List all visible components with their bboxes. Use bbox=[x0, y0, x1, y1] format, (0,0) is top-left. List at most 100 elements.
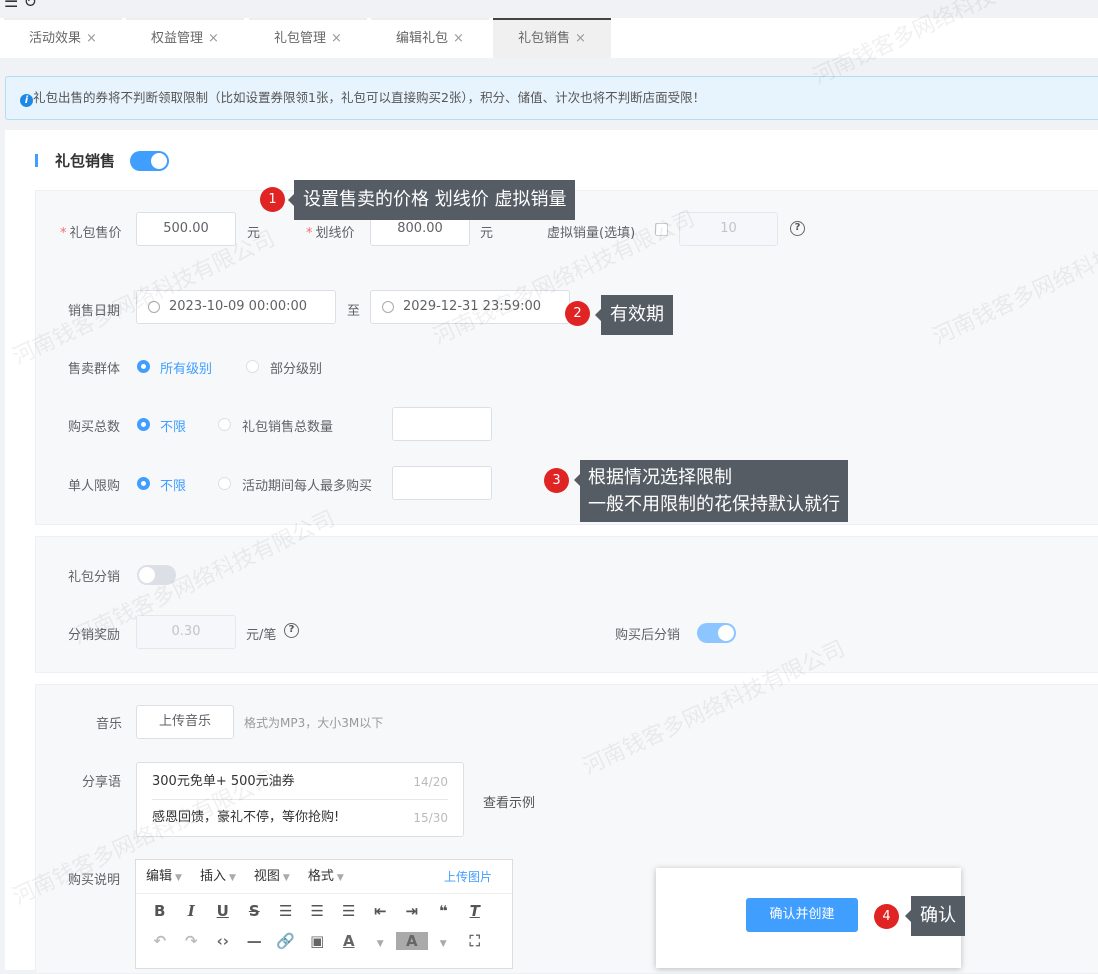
strikethrough-icon[interactable]: S bbox=[239, 902, 271, 920]
distribution-toggle[interactable] bbox=[137, 565, 176, 585]
bold-icon[interactable]: B bbox=[144, 902, 176, 920]
close-icon[interactable]: × bbox=[86, 31, 97, 46]
alert-text: 礼包出售的券将不判断领取限制（比如设置券限领1张，礼包可以直接购买2张），积分、… bbox=[33, 90, 706, 105]
indent-icon[interactable]: ⇥ bbox=[396, 902, 428, 920]
help-icon[interactable]: ? bbox=[790, 221, 805, 236]
char-count: 14/20 bbox=[413, 775, 448, 789]
tab-gift-sale[interactable]: 礼包销售 × bbox=[493, 18, 611, 58]
radio-all-levels[interactable] bbox=[137, 360, 150, 373]
menu-view[interactable]: 视图 ▼ bbox=[254, 869, 290, 884]
radio-partial-levels[interactable] bbox=[246, 360, 259, 373]
redo-icon[interactable]: ↷ bbox=[176, 932, 208, 950]
radio-total-unlimited[interactable] bbox=[137, 418, 150, 431]
menu-edit[interactable]: 编辑 ▼ bbox=[146, 869, 182, 884]
italic-icon[interactable]: I bbox=[176, 902, 208, 920]
clear-format-icon[interactable]: T bbox=[459, 902, 491, 920]
media-icon[interactable]: ▣ bbox=[302, 932, 334, 950]
confirm-create-button[interactable]: 确认并创建 bbox=[746, 898, 858, 932]
price-label: * 礼包售价 bbox=[60, 226, 122, 241]
section-title: 礼包销售 bbox=[55, 152, 116, 170]
radio-per-user-unlimited[interactable] bbox=[137, 477, 150, 490]
price-input[interactable]: 500.00 bbox=[136, 212, 236, 246]
radio-per-user-limit[interactable] bbox=[218, 477, 231, 490]
per-user-limit-input[interactable] bbox=[392, 466, 492, 500]
horizontal-rule-icon[interactable]: — bbox=[239, 932, 271, 950]
after-purchase-label: 购买后分销 bbox=[615, 628, 681, 643]
reward-label: 分销奖励 bbox=[68, 628, 121, 643]
sale-date-label: 销售日期 bbox=[68, 304, 121, 319]
align-center-icon[interactable]: ☰ bbox=[302, 902, 334, 920]
tab-label: 权益管理 bbox=[151, 31, 204, 46]
tab-activity-effect[interactable]: 活动效果 × bbox=[4, 18, 122, 58]
radio-total-limit-label[interactable]: 礼包销售总数量 bbox=[242, 416, 333, 435]
tab-gift-manage[interactable]: 礼包管理 × bbox=[249, 18, 367, 58]
menu-icon[interactable]: ☰ bbox=[4, 0, 18, 11]
distribution-label: 礼包分销 bbox=[68, 570, 121, 585]
callout-validity: 有效期 bbox=[595, 295, 673, 335]
outdent-icon[interactable]: ⇤ bbox=[365, 902, 397, 920]
fullscreen-icon[interactable]: ⛶ bbox=[459, 932, 491, 950]
radio-per-user-limit-label[interactable]: 活动期间每人最多购买 bbox=[242, 475, 372, 494]
text-color-icon[interactable]: A bbox=[333, 932, 365, 950]
step-badge-4: 4 bbox=[874, 904, 899, 929]
menu-format[interactable]: 格式 ▼ bbox=[308, 869, 344, 884]
total-limit-input[interactable] bbox=[392, 407, 492, 441]
callout-limits: 根据情况选择限制 一般不用限制的花保持默认就行 bbox=[574, 460, 848, 522]
dropdown-caret-icon[interactable]: ▼ bbox=[428, 939, 460, 949]
insert-toolbar: ↶ ↷ ‹› — 🔗 ▣ A ▼ A ▼ ⛶ bbox=[144, 932, 491, 950]
tab-edit-gift[interactable]: 编辑礼包 × bbox=[371, 18, 489, 58]
virtual-sales-input[interactable]: 10 bbox=[679, 212, 778, 246]
clock-icon bbox=[382, 301, 394, 313]
blockquote-icon[interactable]: ❝ bbox=[428, 902, 460, 920]
strike-price-label: * 划线价 bbox=[306, 226, 355, 241]
radio-partial-levels-label[interactable]: 部分级别 bbox=[270, 358, 322, 377]
radio-total-unlimited-label[interactable]: 不限 bbox=[160, 416, 186, 435]
share-desc-input[interactable]: 感恩回馈，豪礼不停，等你抢购! 15/30 bbox=[152, 800, 448, 836]
start-date-input[interactable]: 2023-10-09 00:00:00 bbox=[136, 290, 336, 324]
radio-per-user-unlimited-label[interactable]: 不限 bbox=[160, 475, 186, 494]
gift-sale-toggle[interactable] bbox=[130, 151, 169, 171]
music-label: 音乐 bbox=[96, 717, 123, 732]
menu-insert[interactable]: 插入 ▼ bbox=[200, 869, 236, 884]
close-icon[interactable]: × bbox=[331, 31, 342, 46]
align-right-icon[interactable]: ☰ bbox=[333, 902, 365, 920]
per-user-label: 单人限购 bbox=[68, 479, 121, 494]
underline-icon[interactable]: U bbox=[207, 902, 239, 920]
section-marker bbox=[35, 154, 38, 167]
after-purchase-toggle[interactable] bbox=[697, 623, 736, 643]
char-count: 15/30 bbox=[413, 811, 448, 825]
end-date-input[interactable]: 2029-12-31 23:59:00 bbox=[370, 290, 570, 324]
undo-icon[interactable]: ↶ bbox=[144, 932, 176, 950]
callout-confirm: 确认 bbox=[905, 896, 965, 936]
info-alert: i 礼包出售的券将不判断领取限制（比如设置券限领1张，礼包可以直接购买2张），积分… bbox=[5, 76, 1098, 120]
link-icon[interactable]: 🔗 bbox=[270, 932, 302, 950]
rich-text-editor[interactable]: 编辑 ▼ 插入 ▼ 视图 ▼ 格式 ▼ 上传图片 B I U S ☰ ☰ ☰ ⇤ ⇥ ❝ T ↶ ↷ ‹› — 🔗 ▣ A ▼ A… bbox=[135, 859, 513, 969]
upload-image-link[interactable]: 上传图片 bbox=[444, 860, 492, 894]
share-title-input[interactable]: 300元免单+ 500元油券 14/20 bbox=[152, 764, 448, 800]
align-left-icon[interactable]: ☰ bbox=[270, 902, 302, 920]
reward-unit: 元/笔 bbox=[246, 628, 277, 643]
tab-rights[interactable]: 权益管理 × bbox=[126, 18, 244, 58]
dropdown-caret-icon[interactable]: ▼ bbox=[365, 939, 397, 949]
reward-input[interactable]: 0.30 bbox=[136, 615, 236, 649]
tab-label: 活动效果 bbox=[29, 31, 82, 46]
close-icon[interactable]: × bbox=[575, 31, 586, 46]
view-example-link[interactable]: 查看示例 bbox=[483, 792, 535, 811]
background-color-icon[interactable]: A bbox=[396, 932, 428, 950]
refresh-icon[interactable]: ↻ bbox=[23, 0, 36, 11]
code-icon[interactable]: ‹› bbox=[207, 932, 239, 950]
total-label: 购买总数 bbox=[68, 420, 121, 435]
close-icon[interactable]: × bbox=[208, 31, 219, 46]
tab-bar: 活动效果 × 权益管理 × 礼包管理 × 编辑礼包 × 礼包销售 × bbox=[0, 18, 1098, 58]
help-icon[interactable]: ? bbox=[284, 623, 299, 638]
radio-total-limit[interactable] bbox=[218, 418, 231, 431]
date-separator: 至 bbox=[347, 304, 361, 319]
virtual-sales-checkbox[interactable] bbox=[655, 223, 668, 236]
radio-all-levels-label[interactable]: 所有级别 bbox=[160, 358, 212, 377]
close-icon[interactable]: × bbox=[453, 31, 464, 46]
strike-unit: 元 bbox=[480, 226, 494, 241]
upload-music-button[interactable]: 上传音乐 bbox=[136, 705, 234, 739]
editor-menubar: 编辑 ▼ 插入 ▼ 视图 ▼ 格式 ▼ 上传图片 bbox=[136, 860, 512, 894]
top-icons[interactable]: ☰ ↻ bbox=[4, 0, 37, 11]
clock-icon bbox=[148, 301, 160, 313]
